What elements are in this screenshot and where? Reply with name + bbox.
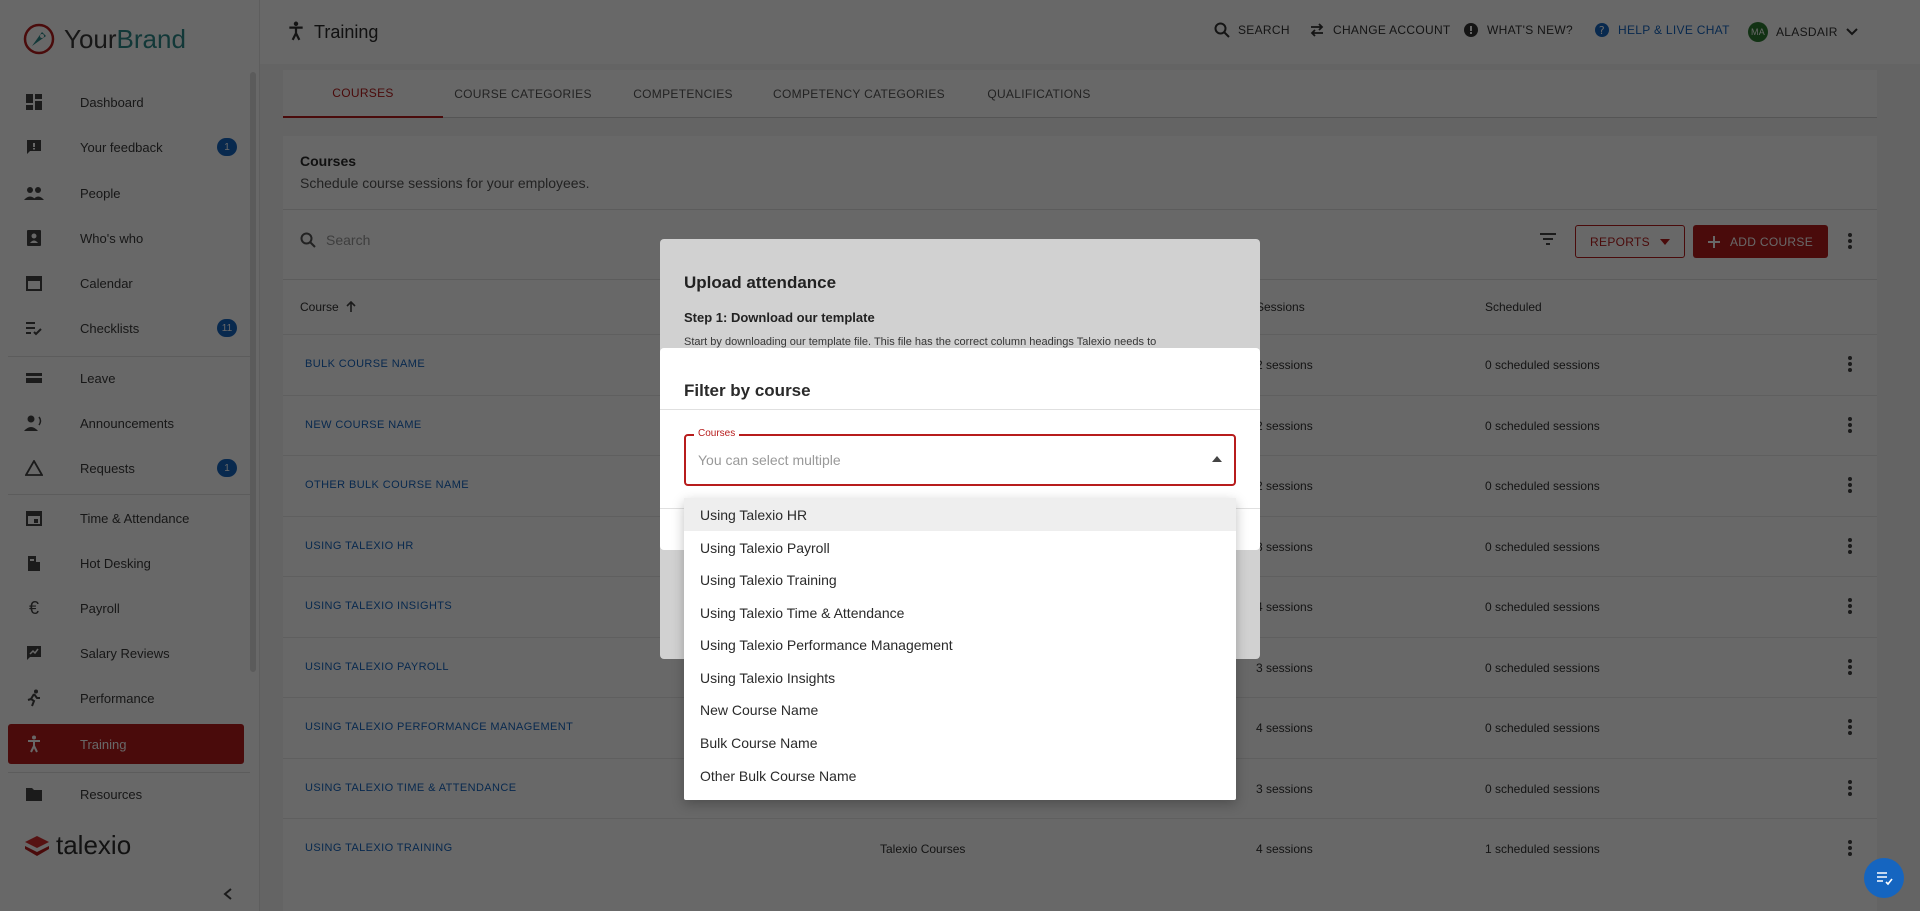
course-option[interactable]: Using Talexio Time & Attendance [684, 596, 1236, 629]
chat-button[interactable] [1864, 858, 1904, 898]
course-option[interactable]: Using Talexio HR [684, 498, 1236, 531]
course-option[interactable]: New Course Name [684, 693, 1236, 726]
courses-input-placeholder[interactable]: You can select multiple [698, 452, 841, 468]
course-option[interactable]: Using Talexio Performance Management [684, 628, 1236, 661]
dialog-title: Filter by course [684, 381, 811, 400]
caret-up-icon[interactable] [1212, 456, 1222, 462]
course-option[interactable]: Using Talexio Payroll [684, 531, 1236, 564]
courses-dropdown-list: Using Talexio HR Using Talexio Payroll U… [684, 498, 1236, 800]
course-option[interactable]: Other Bulk Course Name [684, 759, 1236, 792]
course-option[interactable]: Bulk Course Name [684, 726, 1236, 759]
chat-icon [1877, 872, 1893, 886]
course-option[interactable]: Using Talexio Training [684, 563, 1236, 596]
divider [660, 409, 1260, 410]
courses-select[interactable]: Courses You can select multiple [684, 428, 1236, 486]
course-option[interactable]: Using Talexio Insights [684, 661, 1236, 694]
field-label: Courses [694, 428, 740, 439]
